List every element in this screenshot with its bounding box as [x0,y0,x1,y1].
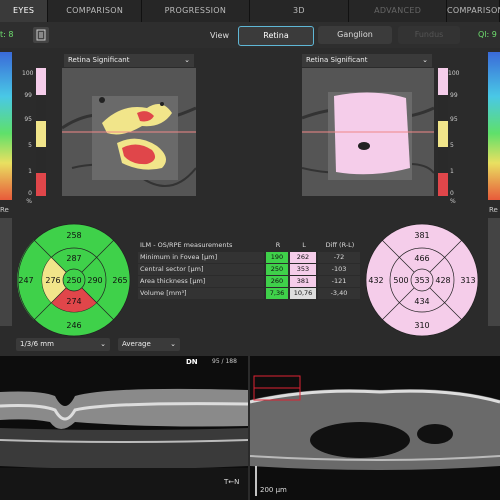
oct-direction-label: DN [186,358,198,366]
left-inner-right-value: 290 [87,276,102,285]
table-row-label: Area thickness [µm] [138,276,264,287]
right-scale-label-99: 99 [450,92,458,99]
oct-slice-counter: 95 / 188 [212,358,237,365]
right-scale-label-percent: % [450,198,456,205]
right-center-value: 353 [414,276,429,285]
table-cell-r: 250 [266,264,288,275]
scale-label-100: 100 [22,70,34,77]
left-outer-left-value: 247 [18,276,33,285]
right-outer-top-value: 381 [414,231,429,240]
tab-comparison-right[interactable]: COMPARISON [446,0,500,22]
left-map-dropdown[interactable]: Retina Significant ⌄ [64,54,194,67]
left-eye-label: t: 8 [0,30,14,39]
tab-bar: EYES COMPARISON PROGRESSION 3D ADVANCED … [0,0,500,22]
tab-advanced: ADVANCED [349,0,447,22]
right-fundus-edge [488,218,500,326]
right-thickness-strip [488,52,500,200]
left-center-value: 250 [66,276,81,285]
right-fundus-map[interactable] [302,68,434,196]
left-strip-label: Re [0,206,9,214]
oct-orientation-label: T←N [224,478,240,486]
tab-progression[interactable]: PROGRESSION [142,0,250,22]
left-etdrs-chart: 258 247 265 246 287 276 290 274 250 [17,223,131,337]
right-outer-right-value: 313 [460,276,475,285]
table-header-r: R [275,241,281,249]
right-eye-label: Ql: 9 [478,30,497,39]
table-cell-diff: -72 [318,252,360,263]
view-retina-button[interactable]: Retina [238,26,314,46]
table-cell-r: 260 [266,276,288,287]
right-inner-right-value: 428 [435,276,450,285]
table-cell-l: 353 [290,264,316,275]
table-cell-diff: -3,40 [318,288,360,299]
right-inner-bottom-value: 434 [414,297,429,306]
table-cell-l: 10,76 [290,288,316,299]
right-scale-label-5: 5 [450,142,454,149]
left-outer-top-value: 258 [66,231,81,240]
view-ganglion-button[interactable]: Ganglion [318,26,392,44]
table-header-l: L [302,241,306,249]
left-inner-left-value: 276 [45,276,60,285]
mode-select[interactable]: Average ⌄ [118,338,180,351]
right-outer-bottom-value: 310 [414,321,429,330]
right-scale-label-0: 0 [450,190,454,197]
left-map-dropdown-label: Retina Significant [68,56,130,64]
left-scale-bar [36,68,46,196]
table-cell-diff: -121 [318,276,360,287]
table-cell-r: 190 [266,252,288,263]
left-fundus-map[interactable] [62,68,196,196]
scale-label-0: 0 [28,190,32,197]
right-map-dropdown-label: Retina Significant [306,56,368,64]
table-header-label: ILM - OS/RPE measurements [140,241,233,249]
right-etdrs-chart: 381 432 313 310 466 500 428 434 353 [365,223,479,337]
oct-scale-label: 200 µm [260,486,287,494]
measurements-table: ILM - OS/RPE measurements R L Diff (R-L)… [138,240,360,306]
left-outer-right-value: 265 [112,276,127,285]
right-strip-label: Re [489,206,498,214]
table-cell-diff: -103 [318,264,360,275]
table-row-label: Central sector [µm] [138,264,264,275]
left-inner-bottom-value: 274 [66,297,81,306]
left-thickness-strip [0,52,12,200]
tab-3d[interactable]: 3D [249,0,350,22]
chevron-down-icon: ⌄ [422,56,428,64]
right-outer-left-value: 432 [368,276,383,285]
grid-size-select-value: 1/3/6 mm [20,340,54,348]
right-map-dropdown[interactable]: Retina Significant ⌄ [302,54,432,67]
right-inner-top-value: 466 [414,254,429,263]
chevron-down-icon: ⌄ [170,340,176,348]
mode-select-value: Average [122,340,151,348]
report-icon[interactable] [33,27,49,43]
table-cell-l: 262 [290,252,316,263]
right-scale-bar [438,68,448,196]
scale-label-5: 5 [28,142,32,149]
grid-size-select[interactable]: 1/3/6 mm ⌄ [16,338,110,351]
scale-label-95: 95 [24,116,32,123]
table-cell-r: 7,36 [266,288,288,299]
tab-comparison[interactable]: COMPARISON [48,0,143,22]
table-row-label: Minimum in Fovea [µm] [138,252,264,263]
left-fundus-edge [0,218,12,326]
scale-label-99: 99 [24,92,32,99]
view-label: View [210,31,229,40]
right-oct-scan[interactable] [250,356,500,500]
left-outer-bottom-value: 246 [66,321,81,330]
scale-label-percent: % [26,198,32,205]
tab-eyes[interactable]: EYES [0,0,49,22]
table-row-label: Volume [mm³] [138,288,264,299]
left-inner-top-value: 287 [66,254,81,263]
right-scale-label-1: 1 [450,168,454,175]
table-header-diff: Diff (R-L) [325,241,355,249]
chevron-down-icon: ⌄ [184,56,190,64]
right-scale-label-100: 100 [448,70,460,77]
right-scale-label-95: 95 [450,116,458,123]
view-fundus-button: Fundus [398,26,460,44]
left-oct-scan[interactable] [0,356,248,500]
chevron-down-icon: ⌄ [100,340,106,348]
table-cell-l: 381 [290,276,316,287]
right-inner-left-value: 500 [393,276,408,285]
scale-label-1: 1 [28,168,32,175]
